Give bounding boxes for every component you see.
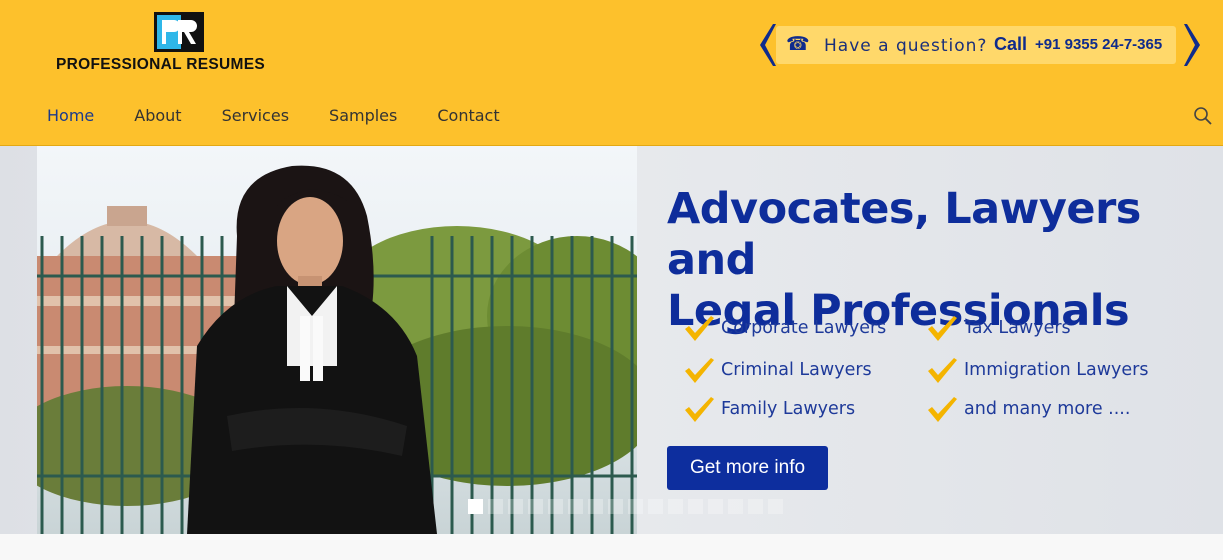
slider-dot[interactable] bbox=[708, 499, 723, 514]
list-item: Tax Lawyers bbox=[926, 311, 1071, 345]
slider-dot[interactable] bbox=[468, 499, 483, 514]
site-header: PROFESSIONAL RESUMES ☎ Have a question? … bbox=[0, 0, 1223, 150]
nav-item-services[interactable]: Services bbox=[202, 88, 309, 146]
call-label: Call bbox=[994, 34, 1028, 54]
main-nav: Home About Services Samples Contact bbox=[27, 88, 520, 150]
list-item-label: Family Lawyers bbox=[721, 399, 856, 419]
list-item: Immigration Lawyers bbox=[926, 353, 1148, 387]
phone-number[interactable]: +91 9355 24-7-365 bbox=[1035, 36, 1162, 53]
slider-dot[interactable] bbox=[608, 499, 623, 514]
checkmark-icon bbox=[928, 358, 957, 383]
slider-dots bbox=[468, 499, 783, 514]
right-bracket-icon bbox=[1184, 24, 1200, 66]
checkmark-icon bbox=[685, 397, 714, 422]
question-text: Have a question? bbox=[824, 36, 988, 56]
list-item: and many more .... bbox=[926, 392, 1130, 426]
get-more-info-button[interactable]: Get more info bbox=[667, 446, 828, 490]
logo-text: PROFESSIONAL RESUMES bbox=[56, 56, 265, 73]
slider-dot[interactable] bbox=[588, 499, 603, 514]
list-item-label: Corporate Lawyers bbox=[721, 318, 887, 338]
list-item: Corporate Lawyers bbox=[683, 311, 886, 345]
nav-item-about[interactable]: About bbox=[114, 88, 201, 146]
list-item: Family Lawyers bbox=[683, 392, 855, 426]
slider-dot[interactable] bbox=[768, 499, 783, 514]
search-icon[interactable] bbox=[1193, 106, 1213, 126]
slider-dot[interactable] bbox=[548, 499, 563, 514]
lawyer-photo-image bbox=[37, 146, 637, 534]
slider-dot[interactable] bbox=[748, 499, 763, 514]
checkmark-icon bbox=[685, 358, 714, 383]
slider-dot[interactable] bbox=[688, 499, 703, 514]
logo-mark-icon bbox=[154, 12, 204, 52]
nav-item-samples[interactable]: Samples bbox=[309, 88, 417, 146]
phone-icon: ☎ bbox=[786, 34, 810, 55]
slider-dot[interactable] bbox=[528, 499, 543, 514]
nav-item-contact[interactable]: Contact bbox=[417, 88, 519, 146]
slider-dot[interactable] bbox=[728, 499, 743, 514]
logo[interactable]: PROFESSIONAL RESUMES bbox=[56, 12, 308, 74]
list-item-label: and many more .... bbox=[964, 399, 1131, 419]
list-item-label: Tax Lawyers bbox=[964, 318, 1071, 338]
nav-item-home[interactable]: Home bbox=[27, 88, 115, 150]
list-item-label: Immigration Lawyers bbox=[964, 360, 1149, 380]
hero-title-line-1: Advocates, Lawyers and bbox=[667, 184, 1141, 285]
checkmark-icon bbox=[928, 397, 957, 422]
list-item-label: Criminal Lawyers bbox=[721, 360, 872, 380]
slider-dot[interactable] bbox=[568, 499, 583, 514]
slider-dot[interactable] bbox=[668, 499, 683, 514]
checkmark-icon bbox=[928, 316, 957, 341]
page-below-fold bbox=[0, 534, 1223, 560]
slider-dot[interactable] bbox=[648, 499, 663, 514]
slider-dot[interactable] bbox=[628, 499, 643, 514]
hero-photo bbox=[37, 146, 637, 534]
checkmark-icon bbox=[685, 316, 714, 341]
slider-dot[interactable] bbox=[508, 499, 523, 514]
slider-dot[interactable] bbox=[488, 499, 503, 514]
left-bracket-icon bbox=[760, 24, 776, 66]
contact-banner[interactable]: ☎ Have a question? Call +91 9355 24-7-36… bbox=[756, 24, 1204, 66]
list-item: Criminal Lawyers bbox=[683, 353, 872, 387]
